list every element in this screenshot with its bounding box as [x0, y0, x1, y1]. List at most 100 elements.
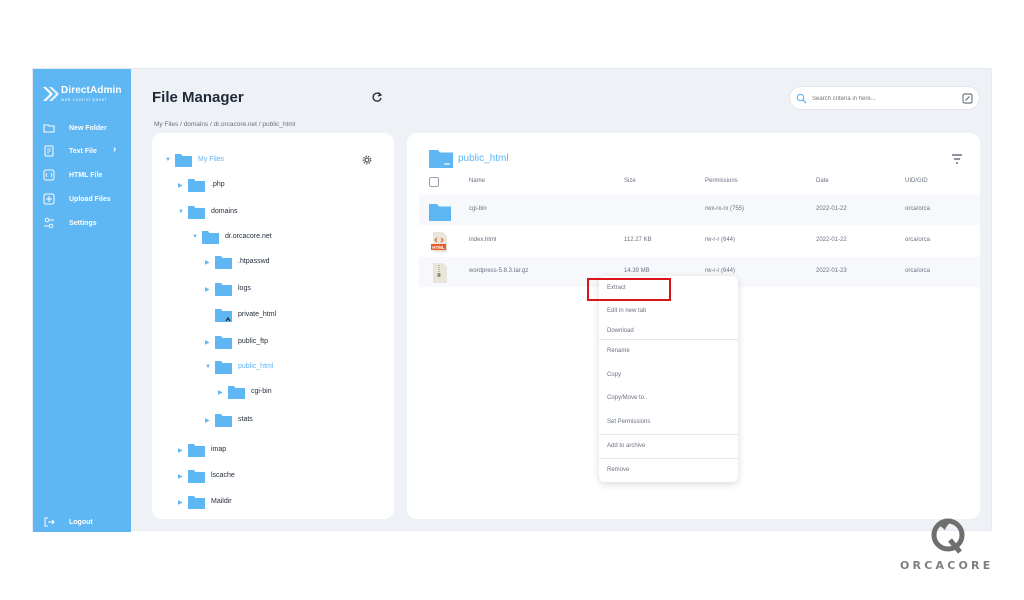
folder-icon — [188, 179, 205, 192]
caret-right-icon: ▶ — [178, 448, 183, 454]
tree-item-label: lscache — [211, 472, 235, 479]
caret-right-icon: ▶ — [205, 418, 210, 424]
file-manager-app: DirectAdmin web control panel New Folder… — [32, 68, 992, 532]
brand-logo[interactable]: DirectAdmin web control panel — [41, 83, 129, 107]
select-all-checkbox[interactable] — [429, 177, 439, 187]
tree-item[interactable]: private_html — [205, 308, 375, 324]
current-folder-title: public_html — [458, 153, 509, 164]
file-owner: orca/orca — [905, 237, 931, 243]
context-menu: Extract Edit in new tab Download Rename … — [599, 276, 738, 482]
menu-item-rename[interactable]: Rename — [607, 348, 630, 354]
tree-item[interactable]: ▶ .php — [178, 178, 358, 194]
caret-right-icon: ▶ — [205, 340, 210, 346]
caret-right-icon: ▶ — [205, 260, 210, 266]
chevron-right-icon: › — [113, 144, 117, 155]
tree-item[interactable]: ▶ lscache — [178, 469, 358, 485]
sidebar-item-upload-files[interactable]: Upload Files — [33, 190, 131, 210]
brand-tagline: web control panel — [61, 97, 107, 102]
caret-right-icon: ▶ — [178, 500, 183, 506]
tree-item[interactable]: ▶ .htpasswd — [205, 255, 375, 271]
folder-icon — [188, 496, 205, 509]
file-date: 2022-01-22 — [816, 237, 847, 243]
tree-item[interactable]: ▶ Maildir — [178, 495, 358, 511]
tree-item[interactable]: ▶ public_ftp — [205, 335, 375, 351]
tree-item-label: stats — [238, 416, 253, 423]
tree-item[interactable]: ▶ imap — [178, 443, 358, 459]
sidebar: DirectAdmin web control panel New Folder… — [33, 69, 131, 532]
svg-text:HTML: HTML — [432, 245, 445, 250]
tree-item-label: .htpasswd — [238, 258, 270, 265]
menu-divider — [599, 458, 738, 459]
tree-item[interactable]: ▼ dr.orcacore.net — [192, 230, 372, 246]
menu-divider — [599, 434, 738, 435]
tree-item-my-files[interactable]: ▼ My Files — [165, 153, 345, 169]
folder-icon — [429, 150, 453, 168]
breadcrumb[interactable]: My Files / domains / dr.orcacore.net / p… — [154, 121, 295, 128]
tree-item-label: Maildir — [211, 498, 232, 505]
folder-icon — [215, 336, 232, 349]
menu-item-copy[interactable]: Copy — [607, 372, 621, 378]
tree-item-label: cgi-bin — [251, 388, 272, 395]
column-header-name[interactable]: Name — [469, 178, 485, 184]
caret-right-icon: ▶ — [178, 474, 183, 480]
tree-item-selected[interactable]: ▼ public_html — [205, 360, 375, 376]
folder-tree: ▼ My Files ▶ .php ▼ domains ▼ dr.orcacor… — [152, 133, 394, 519]
tree-item-label: private_html — [238, 311, 277, 318]
file-owner: orca/orca — [905, 268, 931, 274]
sidebar-item-label: Logout — [69, 519, 93, 526]
logout-icon — [44, 517, 55, 527]
menu-item-copy-move[interactable]: Copy/Move to.. — [607, 395, 647, 401]
folder-open-icon — [202, 231, 219, 244]
sidebar-item-text-file[interactable]: Text File › — [33, 142, 131, 162]
sidebar-item-label: Settings — [69, 220, 97, 227]
folder-open-icon — [188, 206, 205, 219]
file-name: cgi-bin — [469, 206, 487, 212]
folder-open-icon — [175, 154, 192, 167]
search-input[interactable] — [812, 92, 952, 105]
column-header-permissions[interactable]: Permissions — [705, 178, 738, 184]
tree-item[interactable]: ▶ logs — [205, 282, 375, 298]
html-file-icon — [43, 169, 55, 181]
menu-divider — [599, 339, 738, 340]
menu-item-remove[interactable]: Remove — [607, 467, 629, 473]
html-file-icon: HTML — [431, 232, 447, 252]
file-size: 112.27 KB — [624, 237, 652, 243]
sidebar-item-settings[interactable]: Settings — [33, 214, 131, 234]
folder-icon — [188, 470, 205, 483]
table-row[interactable]: cgi-bin rwx-rx-rx (755) 2022-01-22 orca/… — [419, 195, 980, 225]
file-date: 2022-01-23 — [816, 268, 847, 274]
column-header-size[interactable]: Size — [624, 178, 636, 184]
sidebar-item-logout[interactable]: Logout — [33, 513, 131, 533]
folder-icon — [429, 204, 451, 221]
sidebar-item-html-file[interactable]: HTML File — [33, 166, 131, 186]
edit-icon[interactable] — [962, 93, 973, 104]
archive-file-icon — [433, 263, 447, 283]
tree-item[interactable]: ▶ cgi-bin — [218, 385, 378, 401]
table-row[interactable]: HTML index.html 112.27 KB rw-r-r (644) 2… — [419, 226, 980, 256]
menu-item-edit-new-tab[interactable]: Edit in new tab — [607, 308, 646, 314]
tree-item-label: domains — [211, 208, 238, 215]
tree-item-label: My Files — [198, 156, 225, 163]
gear-icon[interactable] — [362, 155, 372, 165]
sidebar-item-label: Upload Files — [69, 196, 111, 203]
tree-item[interactable]: ▶ stats — [205, 413, 375, 429]
filter-icon[interactable] — [951, 154, 963, 164]
search-icon — [796, 93, 807, 104]
column-header-uid[interactable]: UID/GID — [905, 178, 928, 184]
sidebar-item-label: New Folder — [69, 125, 107, 132]
tree-item-label: .php — [211, 181, 225, 188]
file-permissions: rw-r-r (644) — [705, 268, 735, 274]
tree-item[interactable]: ▼ domains — [178, 205, 358, 221]
orcacore-watermark: ORCACORE — [898, 514, 998, 574]
menu-item-add-to-archive[interactable]: Add to archive — [607, 443, 645, 449]
folder-open-icon — [215, 361, 232, 374]
column-header-date[interactable]: Date — [816, 178, 829, 184]
extract-highlight-box — [587, 278, 671, 301]
caret-down-icon: ▼ — [178, 209, 184, 215]
menu-item-set-permissions[interactable]: Set Permissions — [607, 419, 650, 425]
menu-item-download[interactable]: Download — [607, 328, 634, 334]
sidebar-item-new-folder[interactable]: New Folder — [33, 119, 131, 139]
tree-item-label: public_ftp — [238, 338, 268, 345]
file-name: wordpress-5.8.3.tar.gz — [469, 268, 529, 274]
refresh-icon[interactable] — [371, 91, 383, 103]
